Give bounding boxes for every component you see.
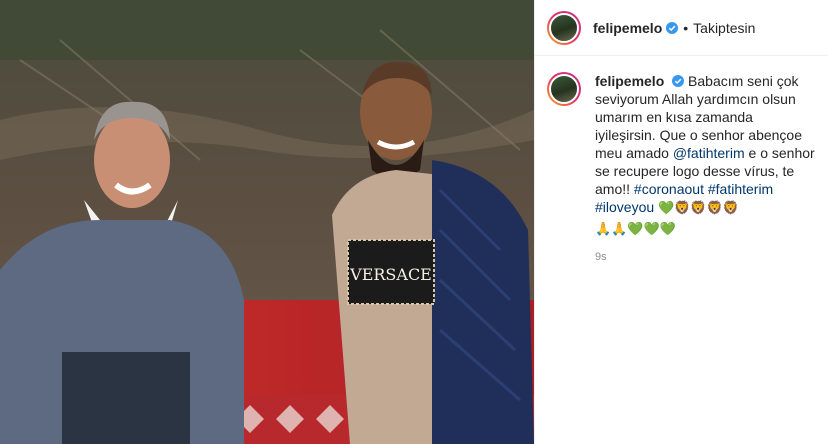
mention-fatihterim[interactable]: @fatihterim — [673, 145, 745, 161]
praying-hands-emoji: 🙏 — [595, 221, 612, 236]
header-username[interactable]: felipemelo — [593, 20, 662, 36]
lion-emoji: 🦁 — [722, 200, 739, 215]
post-side-panel: felipemelo • Takiptesin felipemelo Babac… — [534, 0, 828, 444]
sweater-brand-text: VERSACE — [349, 265, 432, 284]
caption-username[interactable]: felipemelo — [595, 73, 664, 89]
hashtag-iloveyou[interactable]: #iloveyou — [595, 199, 654, 215]
praying-hands-emoji: 🙏 — [611, 221, 628, 236]
caption-text: felipemelo Babacım seni çok seviyorum Al… — [595, 72, 816, 266]
caption-timestamp[interactable]: 9s — [595, 248, 816, 266]
photo-image: VERSACE — [0, 0, 534, 444]
post-photo[interactable]: VERSACE — [0, 0, 534, 444]
header-separator: • — [683, 19, 689, 36]
post-header: felipemelo • Takiptesin — [535, 0, 828, 56]
hashtag-fatihterim[interactable]: #fatihterim — [708, 181, 773, 197]
follow-status-button[interactable]: Takiptesin — [693, 20, 755, 36]
verified-badge-icon — [666, 21, 679, 34]
lion-emoji: 🦁 — [706, 200, 723, 215]
caption-verified-icon — [672, 75, 685, 87]
lion-emoji: 🦁 — [674, 200, 691, 215]
green-heart-emoji: 💚 — [643, 221, 660, 236]
green-heart-emoji: 💚 — [659, 221, 676, 236]
hashtag-coronaout[interactable]: #coronaout — [634, 181, 704, 197]
green-heart-emoji: 💚 — [658, 200, 675, 215]
caption-comment: felipemelo Babacım seni çok seviyorum Al… — [535, 56, 828, 266]
emoji-row: 🙏🙏💚💚💚 — [595, 219, 816, 238]
caption-avatar[interactable] — [547, 72, 581, 106]
lion-emoji: 🦁 — [690, 200, 707, 215]
profile-avatar[interactable] — [547, 10, 581, 45]
green-heart-emoji: 💚 — [627, 221, 644, 236]
